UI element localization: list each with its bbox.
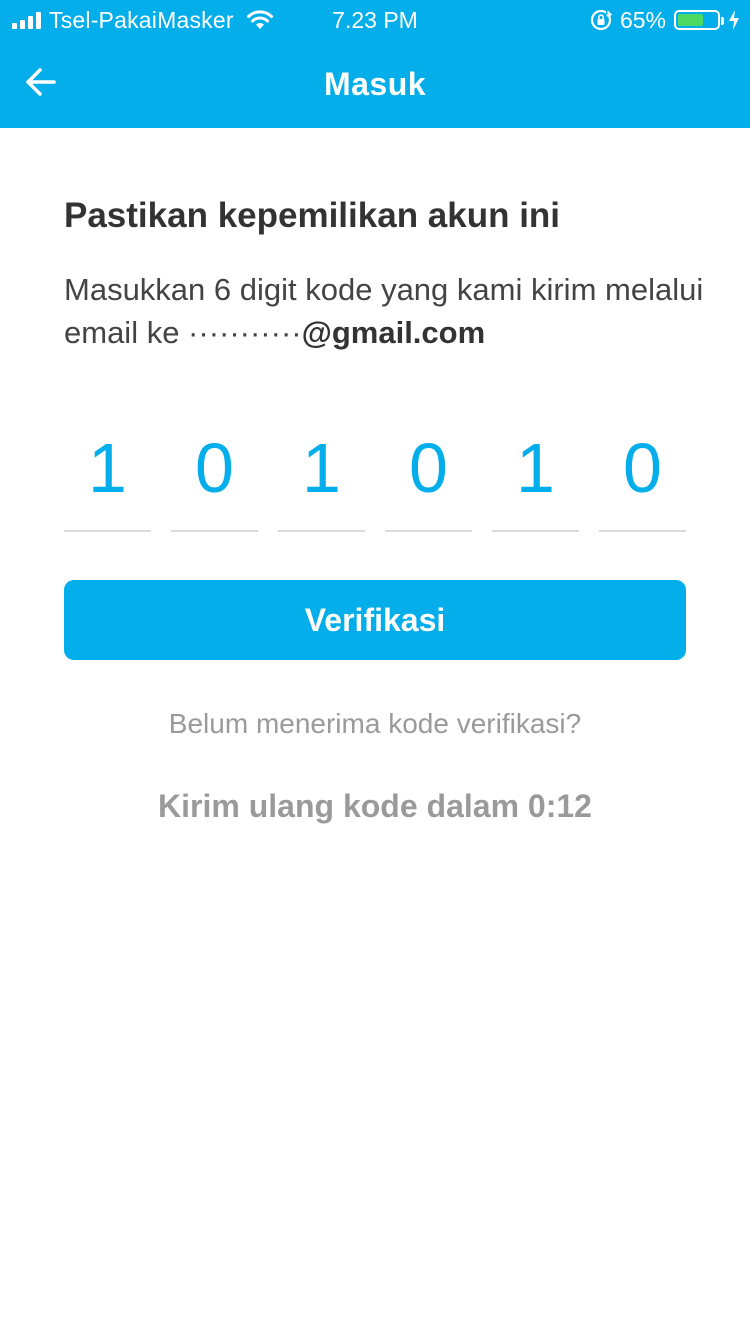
status-bar: Tsel-PakaiMasker 7.23 PM 65% (0, 0, 750, 40)
status-right: 65% (590, 6, 740, 34)
orientation-lock-icon (590, 9, 612, 31)
battery-fill (678, 14, 703, 26)
charging-bolt-icon (729, 10, 739, 30)
battery-icon (674, 10, 724, 30)
otp-digit-2[interactable]: 0 (171, 422, 258, 532)
verification-heading: Pastikan kepemilikan akun ini (64, 196, 561, 235)
navigation-bar: Masuk (0, 40, 750, 128)
otp-digit-5[interactable]: 1 (492, 422, 579, 532)
email-domain: @gmail.com (301, 315, 486, 350)
otp-digit-4[interactable]: 0 (385, 422, 472, 532)
verification-description: Masukkan 6 digit kode yang kami kirim me… (64, 268, 704, 354)
verify-button[interactable]: Verifikasi (64, 580, 686, 660)
otp-digit-1[interactable]: 1 (64, 422, 151, 532)
otp-digit-3[interactable]: 1 (278, 422, 365, 532)
no-code-hint: Belum menerima kode verifikasi? (168, 708, 582, 739)
otp-input-row: 1 0 1 0 1 0 (64, 422, 686, 532)
masked-email-prefix: ··········· (188, 315, 302, 350)
resend-code-countdown: Kirim ulang kode dalam 0:12 (158, 788, 592, 824)
otp-digit-6[interactable]: 0 (599, 422, 686, 532)
battery-percent: 65% (619, 6, 666, 33)
page-title: Masuk (323, 66, 427, 102)
